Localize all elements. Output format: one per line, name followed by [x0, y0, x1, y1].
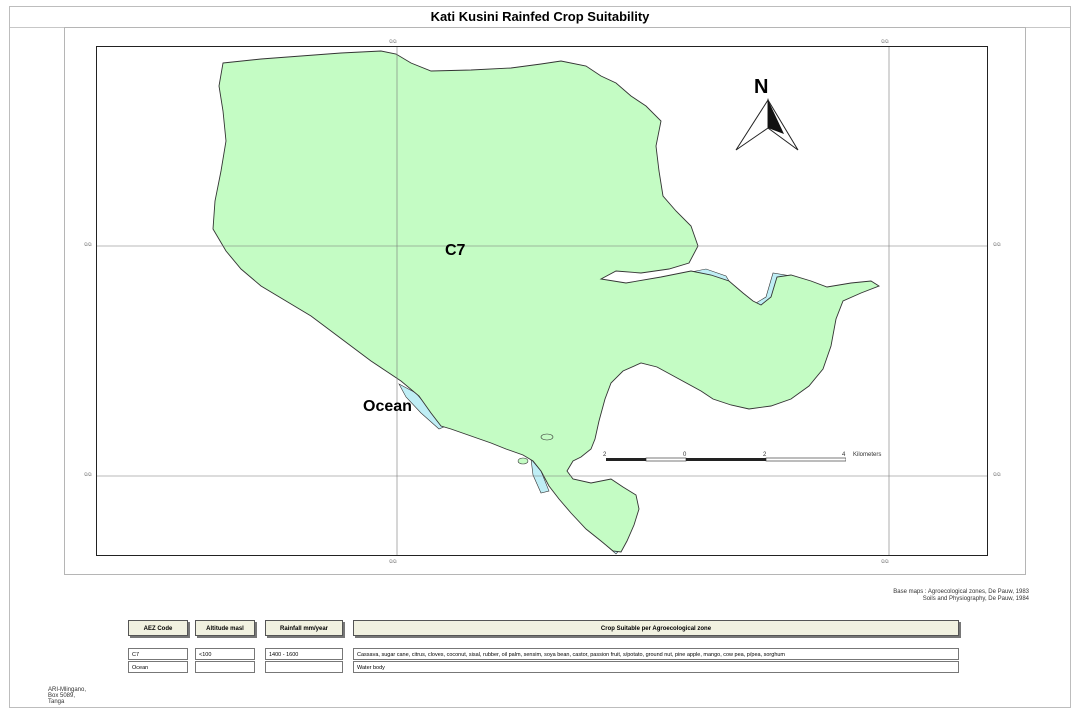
grid-tick-label: ଭଭ	[84, 472, 92, 478]
legend-cell-rainfall	[265, 661, 343, 673]
legend-cell-code: C7	[128, 648, 188, 660]
scale-tick: 0	[683, 452, 687, 458]
grid-tick-label: ଭଭ	[389, 559, 397, 565]
legend-cell-crops: Cassava, sugar cane, citrus, cloves, coc…	[353, 648, 959, 660]
zone-label-c7: C7	[445, 242, 466, 259]
legend-cell-altitude	[195, 661, 255, 673]
grid-tick-label: ଭଭ	[881, 559, 889, 565]
north-arrow-icon	[735, 98, 799, 151]
islet	[540, 433, 554, 441]
grid-tick-label: ଭଭ	[993, 472, 1001, 478]
legend-cell-rainfall: 1400 - 1600	[265, 648, 343, 660]
map-canvas	[97, 47, 987, 555]
legend-header-code: AEZ Code	[128, 620, 188, 636]
legend-header-altitude: Altitude masl	[195, 620, 255, 636]
legend-cell-crops: Water body	[353, 661, 959, 673]
legend-header-rainfall: Rainfall mm/year	[265, 620, 343, 636]
grid-tick-label: ଭଭ	[993, 242, 1001, 248]
scale-tick: 2	[763, 452, 767, 458]
legend-cell-code: Ocean	[128, 661, 188, 673]
source-notes: Base maps : Agroecological zones, De Pau…	[893, 589, 1029, 603]
scale-tick: 2	[603, 452, 607, 458]
legend-cell-altitude: <100	[195, 648, 255, 660]
address-line: Tanga	[48, 699, 65, 705]
grid-tick-label: ଭଭ	[389, 39, 397, 45]
source-line: Soils and Physiography, De Pauw, 1984	[922, 596, 1029, 602]
legend-header-crops: Crop Suitable per Agroecological zone	[353, 620, 959, 636]
grid-tick-label: ଭଭ	[84, 242, 92, 248]
water-label-ocean: Ocean	[363, 398, 412, 415]
islet	[517, 457, 529, 465]
scale-bar	[606, 457, 846, 462]
grid-tick-label: ଭଭ	[881, 39, 889, 45]
map-title: Kati Kusini Rainfed Crop Suitability	[10, 7, 1070, 28]
scale-unit: Kilometers	[853, 452, 882, 458]
map-frame[interactable]	[96, 46, 988, 556]
address-block: ARI-Mlingano, Box 5089, Tanga	[48, 687, 86, 705]
scale-tick: 4	[842, 452, 846, 458]
source-line: Base maps : Agroecological zones, De Pau…	[893, 589, 1029, 595]
